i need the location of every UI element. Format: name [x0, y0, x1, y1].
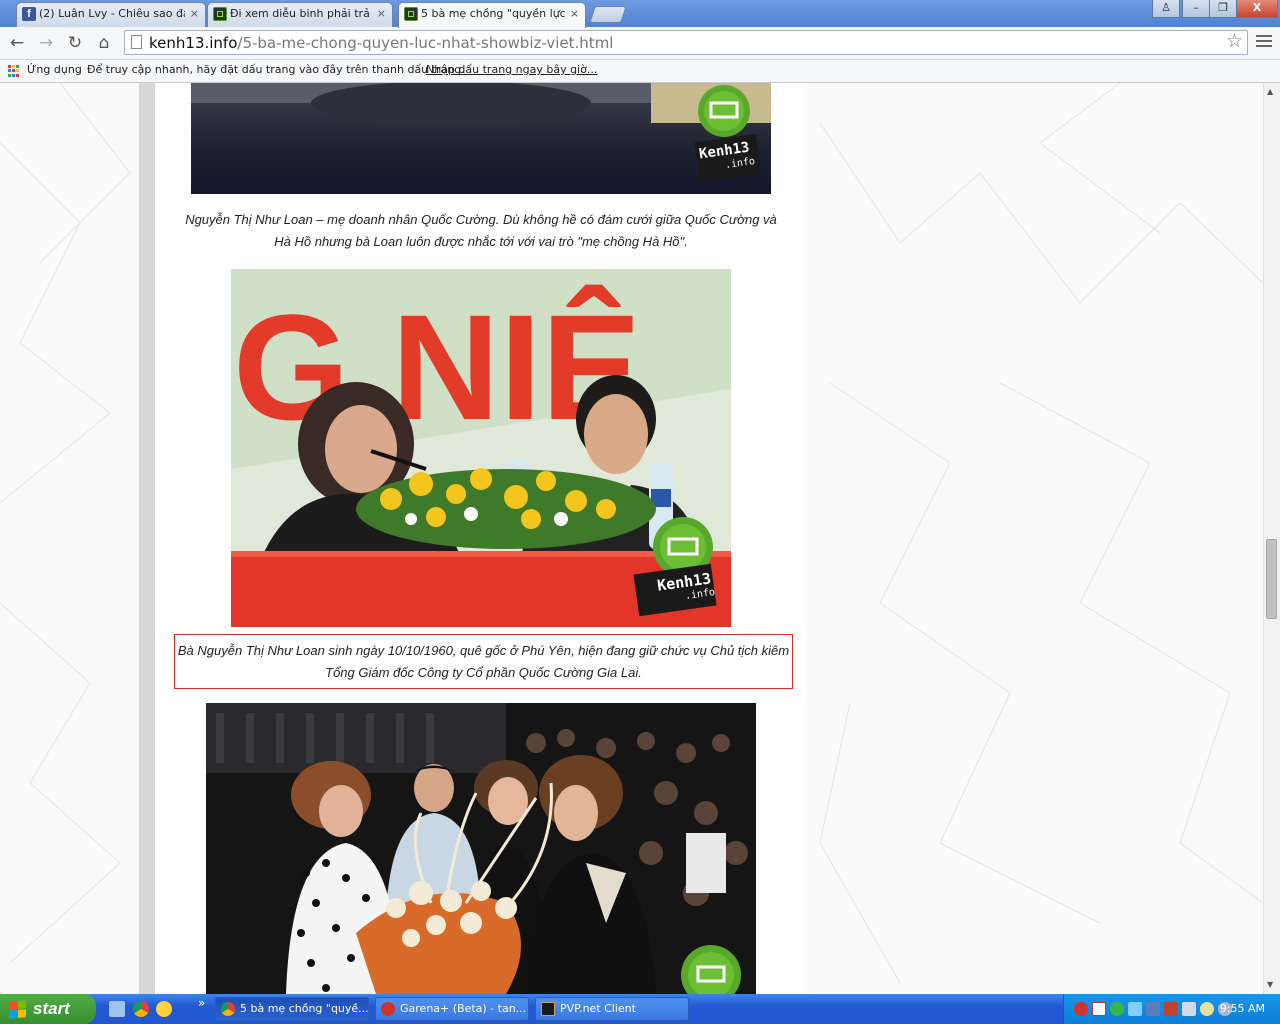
- kenh13-icon: [213, 7, 227, 21]
- system-tray: 9:55 AM: [1063, 994, 1280, 1024]
- url-text[interactable]: kenh13.info/5-ba-me-chong-quyen-luc-nhat…: [149, 34, 613, 52]
- article-photo-2[interactable]: G NIÊ Kenh13 .info: [231, 269, 731, 627]
- bookmark-star-icon[interactable]: ☆: [1226, 30, 1243, 52]
- minimize-button[interactable]: –: [1182, 0, 1210, 18]
- garena-tray-icon[interactable]: [1074, 1002, 1088, 1016]
- taskbar-window-title: 5 bà mẹ chồng "quyề...: [240, 1002, 369, 1015]
- back-button[interactable]: ←: [6, 32, 28, 54]
- bookmark-apps[interactable]: Ứng dụng: [27, 60, 82, 80]
- tab-title: (2) Luân Lvy - Chiêu sao đá l: [39, 7, 185, 20]
- taskbar-window-pvp[interactable]: PVP.net Client: [535, 997, 689, 1021]
- article-photo-1[interactable]: Kenh13 .info: [191, 83, 771, 194]
- tab-me-chong[interactable]: 5 bà mẹ chồng "quyền lực" n ×: [398, 2, 586, 28]
- garena-icon: [381, 1002, 395, 1016]
- messenger-icon[interactable]: [156, 1001, 172, 1017]
- page-icon: [131, 35, 142, 49]
- start-label: start: [33, 999, 70, 1018]
- photo-3-scene: [206, 703, 756, 994]
- photo-2-scene: G NIÊ: [231, 269, 731, 627]
- taskbar: start » 5 bà mẹ chồng "quyề... Garena+ (…: [0, 994, 1280, 1024]
- bookmarks-bar: Ứng dụng Để truy cập nhanh, hãy đặt dấu …: [0, 60, 1280, 83]
- browser-toolbar: ← → ↻ ⌂ kenh13.info/5-ba-me-chong-quyen-…: [0, 27, 1280, 60]
- article-photo-3[interactable]: [206, 703, 756, 994]
- import-bookmarks-link[interactable]: Nhập dấu trang ngay bây giờ...: [426, 60, 597, 80]
- network-tray-icon[interactable]: [1110, 1002, 1124, 1016]
- page-viewport: Kenh13 .info Nguyễn Thị Như Loan – mẹ do…: [0, 83, 1263, 994]
- show-desktop-icon[interactable]: [109, 1001, 125, 1017]
- clock[interactable]: 9:55 AM: [1220, 994, 1265, 1024]
- chrome-icon: [221, 1002, 235, 1016]
- facebook-icon: f: [22, 7, 36, 21]
- taskbar-window-title: Garena+ (Beta) - tan...: [400, 1002, 527, 1015]
- tab-facebook[interactable]: f (2) Luân Lvy - Chiêu sao đá l ×: [16, 2, 206, 27]
- photo-caption-2: Bà Nguyễn Thị Như Loan sinh ngày 10/10/1…: [174, 634, 793, 689]
- url-path: /5-ba-me-chong-quyen-luc-nhat-showbiz-vi…: [237, 34, 614, 52]
- tab-title: Đi xem diễu binh phải trả tiền: [230, 7, 372, 20]
- url-host: kenh13.info: [149, 34, 238, 52]
- forward-button[interactable]: →: [35, 32, 57, 54]
- taskbar-window-garena[interactable]: Garena+ (Beta) - tan...: [375, 997, 529, 1021]
- antivirus-icon[interactable]: [1092, 1002, 1106, 1016]
- tab-title: 5 bà mẹ chồng "quyền lực" n: [421, 7, 565, 20]
- reload-button[interactable]: ↻: [64, 32, 86, 54]
- tab-dieu-binh[interactable]: Đi xem diễu binh phải trả tiền ×: [207, 2, 393, 27]
- vertical-scrollbar[interactable]: ▲ ▼: [1263, 83, 1280, 994]
- photo-1-scene: [191, 83, 771, 183]
- address-bar[interactable]: kenh13.info/5-ba-me-chong-quyen-luc-nhat…: [124, 30, 1248, 55]
- quick-launch-overflow[interactable]: »: [198, 996, 205, 1010]
- left-rail: [139, 83, 155, 994]
- league-icon: [541, 1002, 555, 1016]
- chrome-icon[interactable]: [133, 1001, 149, 1017]
- start-button[interactable]: start: [0, 994, 96, 1024]
- scrollbar-thumb[interactable]: [1266, 539, 1277, 619]
- scroll-up-icon[interactable]: ▲: [1267, 87, 1273, 96]
- tab-strip: f (2) Luân Lvy - Chiêu sao đá l × Đi xem…: [0, 0, 1280, 28]
- user-icon[interactable]: ♙: [1152, 0, 1180, 18]
- scroll-down-icon[interactable]: ▼: [1267, 980, 1273, 989]
- photo-caption-1: Nguyễn Thị Như Loan – mẹ doanh nhân Quốc…: [185, 212, 777, 249]
- window-close-button[interactable]: X: [1236, 0, 1278, 18]
- update-icon[interactable]: [1200, 1002, 1214, 1016]
- kenh13-icon: [404, 7, 418, 21]
- windows-logo-icon: [9, 1000, 26, 1019]
- taskbar-window-title: PVP.net Client: [560, 1002, 636, 1015]
- new-tab-button[interactable]: [589, 6, 627, 23]
- volume-icon[interactable]: [1182, 1002, 1196, 1016]
- connection-icon[interactable]: [1128, 1002, 1142, 1016]
- home-button[interactable]: ⌂: [93, 32, 115, 54]
- restore-button[interactable]: ❐: [1209, 0, 1237, 18]
- taskbar-window-chrome[interactable]: 5 bà mẹ chồng "quyề...: [215, 997, 369, 1021]
- security-icon[interactable]: [1164, 1002, 1178, 1016]
- close-icon[interactable]: ×: [377, 3, 386, 25]
- bookmarks-hint: Để truy cập nhanh, hãy đặt dấu trang vào…: [87, 63, 465, 76]
- close-icon[interactable]: ×: [570, 3, 579, 25]
- display-icon[interactable]: [1146, 1002, 1160, 1016]
- apps-grid-icon[interactable]: [8, 65, 20, 77]
- menu-icon[interactable]: [1256, 32, 1272, 50]
- close-icon[interactable]: ×: [190, 3, 199, 25]
